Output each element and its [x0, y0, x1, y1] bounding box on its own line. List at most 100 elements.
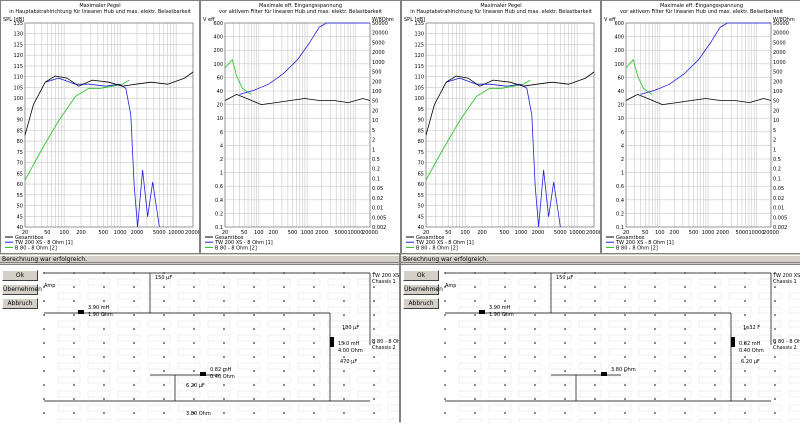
x-tick-label: 20000: [362, 230, 378, 236]
x-tick-label: 5000: [736, 230, 749, 236]
y2-tick-label: 2000: [372, 50, 385, 56]
y-tick-label: 60: [17, 182, 23, 188]
y-tick-label: 80: [17, 139, 23, 145]
x-tick-label: 10000: [168, 230, 184, 236]
x-tick-label: 10000: [569, 230, 585, 236]
right-plot-1: Maximaler Pegel in Hauptabstrahlrichtung …: [401, 0, 601, 254]
y-tick-label: 40: [217, 89, 223, 95]
left-panel: Maximaler Pegel in Hauptabstrahlrichtung …: [0, 0, 401, 423]
x-tick-label: 100: [254, 230, 264, 236]
y-tick-label: 60: [418, 182, 424, 188]
x-tick-label: 1000: [515, 230, 528, 236]
left-plot-1: Maximaler Pegel in Hauptabstrahlrichtung …: [0, 0, 200, 254]
y-tick-label: 2: [621, 157, 624, 163]
status-bar: Berechnung war erfolgreich.: [401, 255, 800, 263]
series-woofer: [625, 58, 653, 95]
y-tick-label: 50: [17, 204, 23, 210]
y-tick-label: 0.4: [616, 198, 624, 204]
y-tick-label: 110: [13, 75, 23, 81]
apply-button[interactable]: Übernehmen: [403, 284, 443, 295]
ok-button[interactable]: Ok: [2, 270, 38, 281]
amp-label: Amp: [44, 283, 55, 289]
right-schematic: Amp 150 µF 3.90 mH 1.90 Ohm 1e32 F 0.82 mH 0.4…: [401, 264, 800, 423]
x-tick-label: 2000: [315, 230, 328, 236]
left-schematic: Amp 150 µF 3.90 mH 1.90 Ohm 180 µF 15.0 mH 4.0…: [0, 264, 399, 423]
y-tick-label: 115: [13, 64, 23, 70]
component-value: 0.40 Ohm: [739, 348, 764, 354]
ok-button[interactable]: Ok: [403, 270, 439, 281]
y-tick-label: 20: [217, 103, 223, 109]
x-tick-label: 20000: [185, 230, 199, 236]
y2-tick-label: 50000: [372, 21, 388, 27]
y2-tick-label: 0.5: [773, 157, 781, 163]
y2-tick-label: 5: [773, 128, 776, 134]
series-total: [425, 71, 595, 136]
y2-tick-label: 50: [372, 99, 378, 105]
y-tick-label: 95: [418, 107, 424, 113]
y2-tick-label: 2: [372, 138, 375, 144]
component-value: 3.80 Ohm: [186, 411, 211, 417]
y-tick-label: 600: [213, 21, 223, 27]
y-tick-label: 110: [414, 75, 424, 81]
x-tick-label: 1000: [301, 230, 314, 236]
y-tick-label: 1: [621, 171, 624, 177]
x-tick-label: 500: [288, 230, 298, 236]
y-tick-label: 55: [418, 193, 424, 199]
y-tick-label: 1: [220, 171, 223, 177]
y-tick-label: 135: [13, 21, 23, 27]
y2-tick-label: 0.005: [372, 215, 386, 221]
y2-tick-label: 1: [372, 147, 375, 153]
series-total: [24, 71, 194, 136]
y-tick-label: 0.4: [215, 198, 223, 204]
component-value: 1e32 F: [743, 325, 760, 331]
y-tick-label: 65: [418, 171, 424, 177]
y2-tick-label: 0.005: [773, 215, 787, 221]
left-plot-2: Maximale eff. Eingangsspannung vor aktive…: [200, 0, 401, 254]
inductor: [200, 372, 206, 376]
y2-tick-label: 500: [773, 70, 783, 76]
y-tick-label: 6: [220, 130, 223, 136]
component-value: 3.80 Ohm: [611, 367, 636, 373]
y2-tick-label: 0.05: [773, 186, 784, 192]
right-plot-2: Maximale eff. Eingangsspannung vor aktive…: [601, 0, 800, 254]
component-value: 15.0 mH: [338, 341, 360, 347]
x-tick-label: 200: [76, 230, 86, 236]
driver-2-sub: Chassis 2: [372, 345, 396, 351]
legend-entry: B 80 - 8 Ohm [2]: [215, 245, 257, 251]
y-tick-label: 40: [618, 89, 624, 95]
y2-tick-label: 5: [372, 128, 375, 134]
y2-tick-label: 200: [773, 79, 783, 85]
y-tick-label: 130: [13, 32, 23, 38]
y-tick-label: 20: [618, 103, 624, 109]
cancel-button[interactable]: Abbruch: [2, 298, 38, 309]
y-tick-label: 65: [17, 171, 23, 177]
y-tick-label: 0.2: [616, 211, 624, 217]
y-tick-label: 200: [213, 48, 223, 54]
y-tick-label: 45: [17, 214, 23, 220]
component-value: 150 µF: [556, 275, 573, 281]
x-tick-label: 10000: [347, 230, 363, 236]
status-bar: Berechnung war erfolgreich.: [0, 255, 399, 263]
x-tick-label: 1000: [702, 230, 715, 236]
cancel-button[interactable]: Abbruch: [403, 298, 439, 309]
apply-button[interactable]: Übernehmen: [2, 284, 42, 295]
y2-tick-label: 2: [773, 138, 776, 144]
y-tick-label: 70: [418, 161, 424, 167]
y-tick-label: 4: [220, 143, 223, 149]
driver-2-sub: Chassis 2: [773, 345, 797, 351]
y2-tick-label: 0.01: [773, 206, 784, 212]
y-tick-label: 100: [213, 62, 223, 68]
y-tick-label: 105: [13, 85, 23, 91]
y2-tick-label: 1000: [773, 60, 786, 66]
x-tick-label: 50: [44, 230, 50, 236]
x-tick-label: 200: [269, 230, 279, 236]
inductor: [330, 337, 334, 347]
x-tick-label: 1000: [114, 230, 127, 236]
y2-tick-label: 1: [773, 147, 776, 153]
y2-tick-label: 5000: [372, 40, 385, 46]
y-tick-label: 95: [17, 107, 23, 113]
component-value: 1.90 Ohm: [489, 312, 514, 318]
y-tick-label: 60: [217, 75, 223, 81]
x-tick-label: 5000: [335, 230, 348, 236]
y-tick-label: 100: [614, 62, 624, 68]
